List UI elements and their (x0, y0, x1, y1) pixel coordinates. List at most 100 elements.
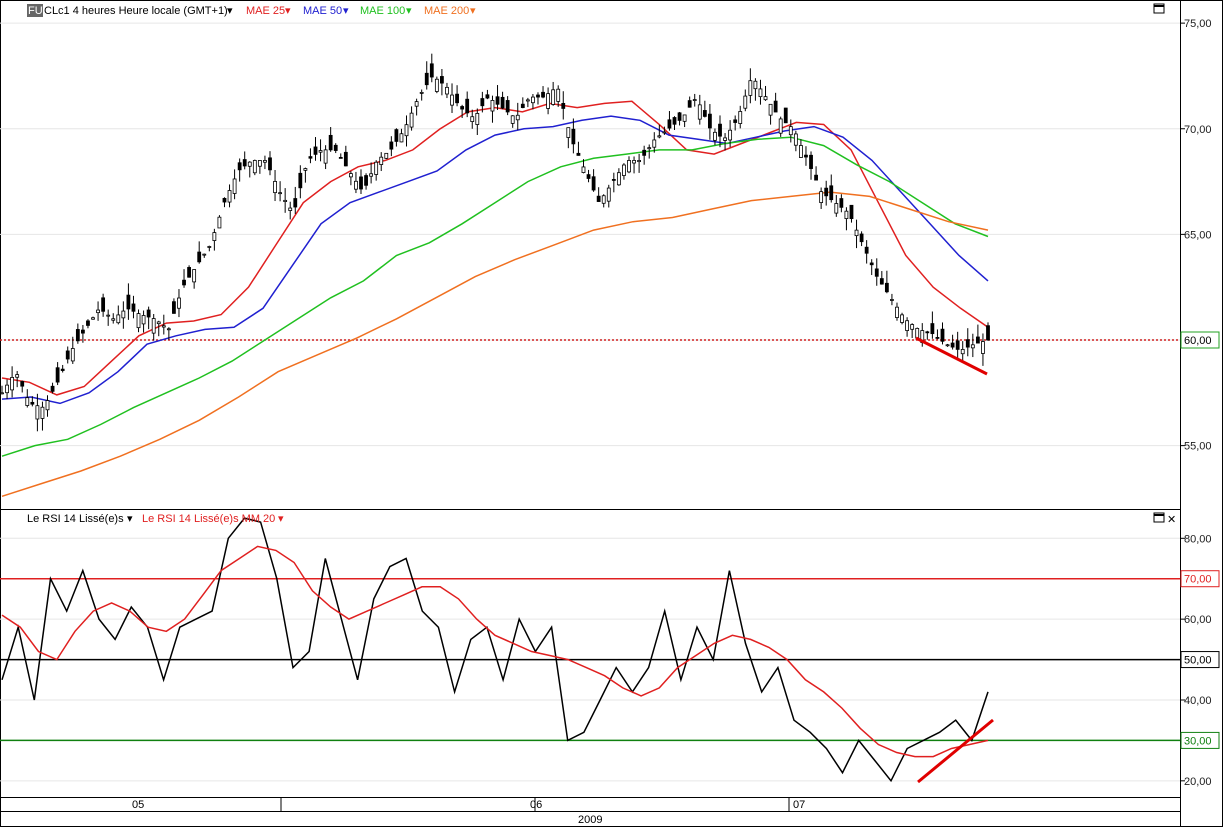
candle-body (879, 278, 884, 285)
candle-body (232, 178, 237, 194)
candle-body (156, 321, 161, 325)
candle-body (247, 161, 252, 167)
chevron-down-icon[interactable]: ▾ (343, 5, 349, 17)
candle-body (121, 310, 126, 319)
candle-body (566, 127, 571, 138)
candle-body (389, 141, 394, 150)
candle-body (106, 314, 111, 317)
candle-body (505, 100, 510, 113)
candle-body (70, 348, 75, 362)
indicator-mae200[interactable]: MAE 200 (424, 5, 469, 17)
candle-body (278, 192, 283, 195)
candle-body (25, 397, 30, 406)
candle-body (637, 160, 642, 163)
candle-body (586, 174, 591, 179)
candle-body (166, 328, 171, 331)
candle-body (520, 103, 525, 108)
time-axis: 05 06 07 2009 (0, 797, 1181, 827)
candle-body (809, 154, 813, 169)
chevron-down-icon[interactable]: ▾ (470, 5, 476, 17)
candle-body (308, 156, 313, 159)
candle-body (945, 344, 950, 347)
candle-body (414, 101, 419, 107)
candle-body (510, 115, 515, 124)
candle-body (804, 154, 808, 158)
indicator-mae50[interactable]: MAE 50 (303, 5, 342, 17)
candle-body (313, 146, 318, 155)
candle-body (480, 98, 485, 107)
candle-body (495, 96, 500, 105)
candle-body (616, 172, 621, 186)
candle-body (470, 116, 475, 122)
chevron-down-icon[interactable]: ▾ (127, 513, 133, 525)
candle-body (768, 103, 773, 116)
candle-body (369, 173, 374, 177)
candle-body (900, 314, 904, 323)
candle-body (81, 329, 85, 334)
candle-body (814, 174, 818, 181)
price-tag-label: 60,00 (1184, 335, 1212, 347)
candle-body (187, 267, 191, 278)
rsi-label[interactable]: Le RSI 14 Lissé(e)s (27, 513, 124, 525)
candle-body (116, 314, 121, 324)
candle-body (965, 339, 970, 348)
candle-body (672, 117, 677, 125)
close-icon[interactable]: ✕ (1167, 514, 1176, 526)
candle-body (632, 160, 636, 164)
candle-body (652, 139, 657, 148)
candle-body (364, 175, 368, 186)
candle-body (627, 160, 631, 173)
candle-body (682, 114, 687, 122)
candle-body (622, 164, 626, 176)
candle-body (75, 329, 80, 342)
chevron-down-icon[interactable]: ▾ (285, 5, 291, 17)
candle-body (475, 113, 480, 125)
rsi-ma-label[interactable]: Le RSI 14 Lissé(e)s MM 20 (142, 513, 275, 525)
symbol-label[interactable]: CLc1 4 heures Heure locale (GMT+1) (44, 5, 228, 17)
candle-body (333, 144, 338, 151)
candle-body (212, 232, 217, 241)
candle-body (915, 328, 920, 339)
candle-body (733, 119, 738, 123)
chevron-down-icon[interactable]: ▾ (227, 5, 233, 17)
chevron-down-icon[interactable]: ▾ (406, 5, 412, 17)
candle-body (970, 344, 975, 349)
candle-body (763, 96, 768, 101)
candle-body (86, 320, 90, 326)
candle-body (303, 168, 308, 171)
candle-body (268, 157, 272, 171)
candle-body (328, 134, 333, 151)
candle-body (536, 94, 540, 98)
candle-body (874, 268, 879, 277)
candle-body (561, 102, 566, 109)
candle-body (793, 133, 798, 146)
candle-body (348, 173, 353, 178)
candle-body (460, 106, 465, 110)
candle-body (657, 135, 662, 138)
candle-body (445, 86, 449, 95)
candle-body (257, 160, 262, 167)
candle-body (384, 152, 389, 159)
indicator-mae25[interactable]: MAE 25 (246, 5, 285, 17)
candle-body (485, 94, 490, 99)
candle-body (293, 198, 298, 208)
candle-body (45, 400, 50, 411)
candle-body (65, 350, 70, 360)
candle-body (713, 131, 717, 141)
candle-body (5, 384, 9, 394)
candle-body (237, 162, 242, 171)
candle-body (50, 385, 55, 392)
chevron-down-icon[interactable]: ▾ (278, 513, 284, 525)
indicator-mae100[interactable]: MAE 100 (360, 5, 405, 17)
candle-body (834, 203, 839, 214)
candle-body (783, 107, 788, 124)
candle-body (551, 89, 556, 105)
candle-body (409, 112, 414, 128)
candle-body (440, 76, 444, 84)
candle-body (758, 88, 763, 98)
candle-body (146, 309, 151, 318)
price-tick-label: 65,00 (1184, 229, 1212, 241)
candle-body (940, 328, 945, 342)
candle-body (161, 325, 166, 328)
candle-body (864, 246, 869, 254)
